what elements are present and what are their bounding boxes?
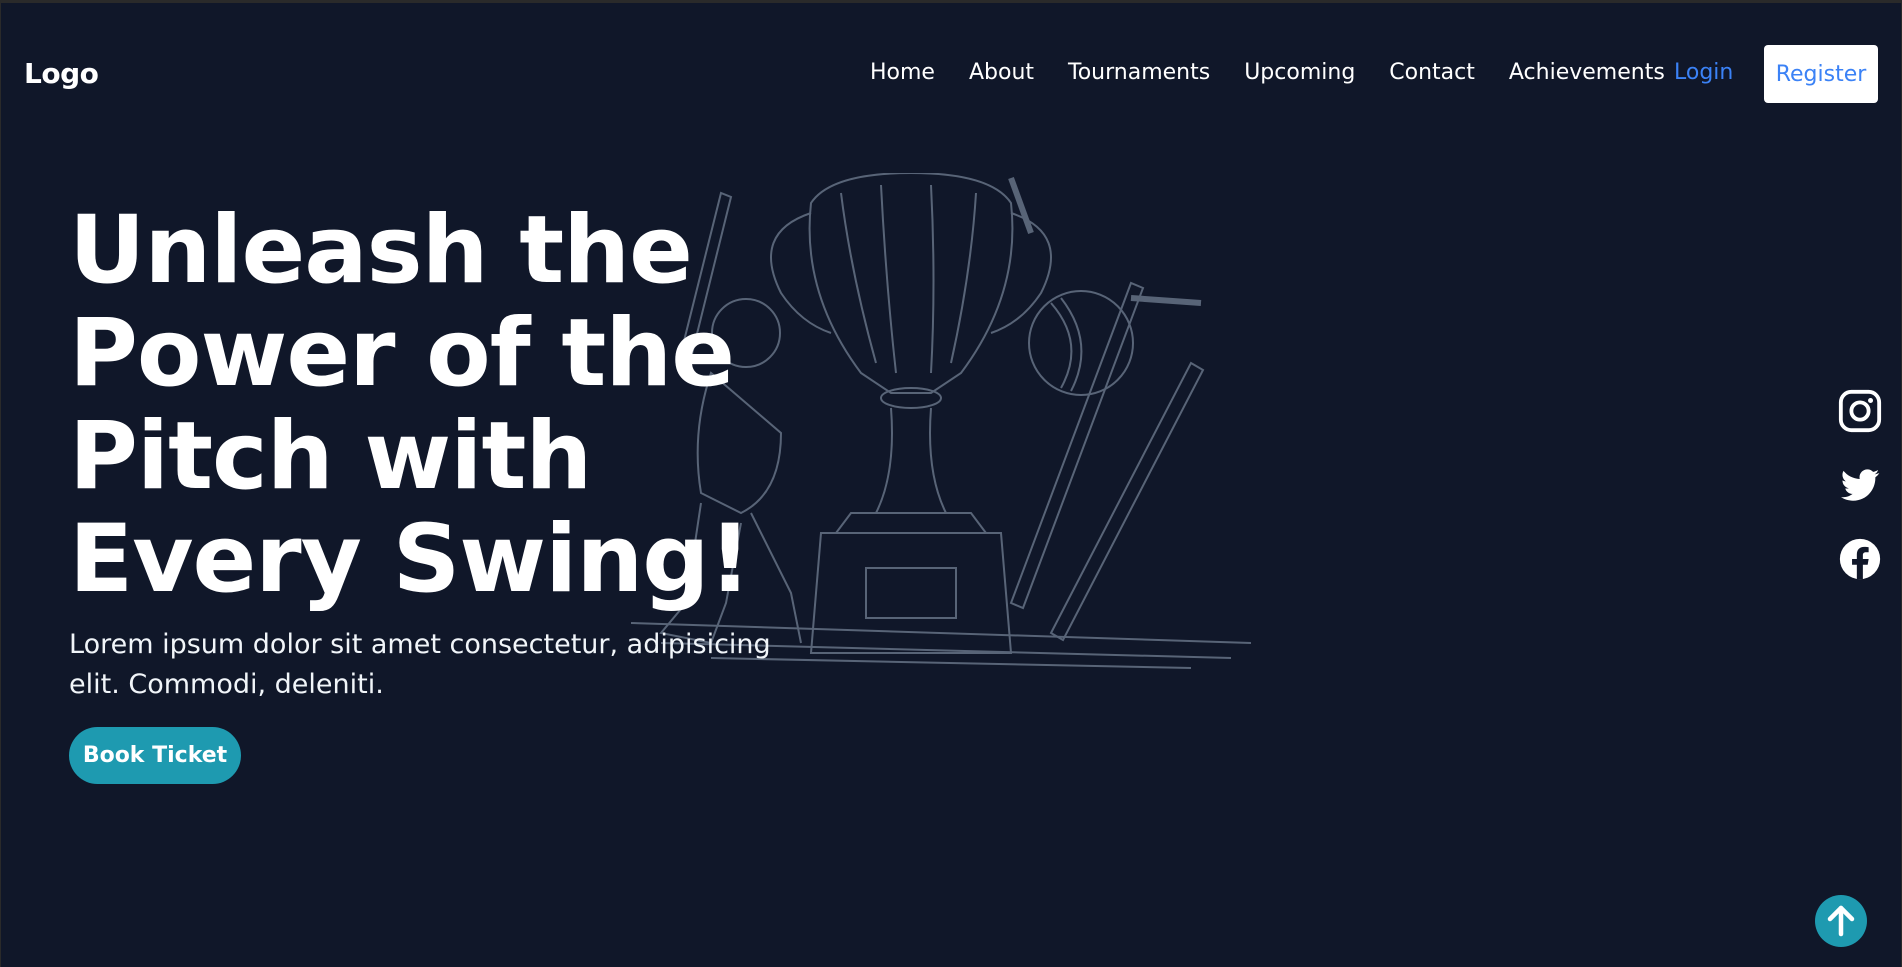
nav-link-about[interactable]: About — [969, 60, 1034, 85]
landing-page: Logo Home About Tournaments Upcoming Con… — [0, 0, 1902, 967]
scroll-to-top-button[interactable] — [1815, 895, 1867, 947]
arrow-up-icon — [1827, 905, 1855, 937]
instagram-icon[interactable] — [1837, 388, 1883, 434]
twitter-icon[interactable] — [1837, 462, 1883, 508]
hero-subtitle: Lorem ipsum dolor sit amet consectetur, … — [69, 629, 771, 700]
nav-links: Home About Tournaments Upcoming Contact … — [870, 60, 1665, 85]
register-button[interactable]: Register — [1764, 45, 1878, 103]
nav-link-tournaments[interactable]: Tournaments — [1068, 60, 1210, 85]
nav-link-achievements[interactable]: Achievements — [1509, 60, 1665, 85]
nav-link-home[interactable]: Home — [870, 60, 935, 85]
book-ticket-button[interactable]: Book Ticket — [69, 727, 241, 784]
logo[interactable]: Logo — [24, 57, 99, 90]
social-links — [1837, 388, 1883, 582]
login-link[interactable]: Login — [1674, 60, 1733, 85]
nav-link-contact[interactable]: Contact — [1389, 60, 1475, 85]
hero-title: Unleash the Power of the Pitch with Ever… — [69, 196, 751, 614]
facebook-icon[interactable] — [1837, 536, 1883, 582]
navbar: Logo Home About Tournaments Upcoming Con… — [1, 3, 1901, 148]
nav-link-upcoming[interactable]: Upcoming — [1244, 60, 1355, 85]
